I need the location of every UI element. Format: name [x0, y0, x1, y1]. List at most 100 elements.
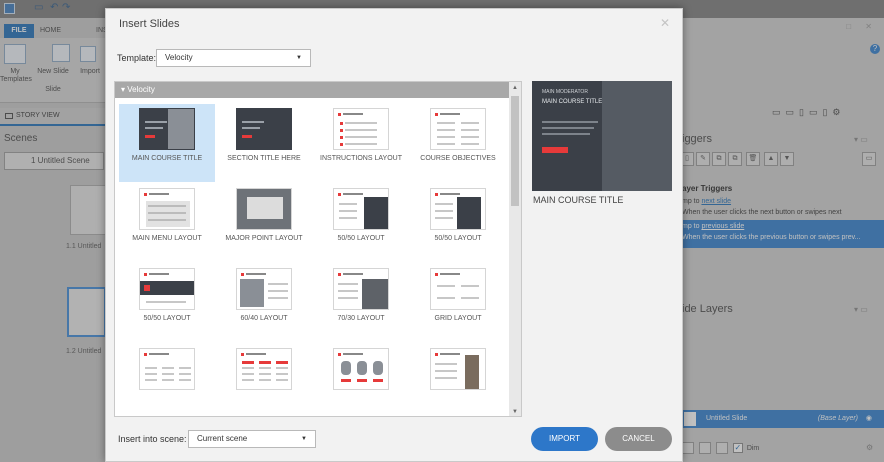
slide-layout-tile[interactable]: 60/40 LAYOUT — [216, 264, 312, 342]
thumb-accent — [435, 273, 438, 276]
preview-text-line — [542, 121, 598, 123]
thumb-text-line — [259, 367, 271, 369]
slide-layout-tile[interactable]: 50/50 LAYOUT — [410, 184, 506, 262]
slide-layout-tile[interactable]: MAJOR POINT LAYOUT — [216, 184, 312, 262]
slide-layout-tile[interactable] — [410, 344, 506, 416]
thumb-text-line — [145, 127, 163, 129]
thumb-text-line — [148, 219, 186, 221]
thumb-accent — [435, 113, 438, 116]
thumb-text-line — [259, 373, 271, 375]
slide-layout-tile[interactable]: SECTION TITLE HERE — [216, 104, 312, 182]
thumb-text-line — [437, 129, 455, 131]
thumb-accent — [144, 285, 150, 291]
slide-layout-label: GRID LAYOUT — [434, 315, 482, 322]
import-button[interactable]: IMPORT — [531, 427, 598, 451]
thumb-photo — [240, 279, 264, 307]
slide-layout-tile[interactable] — [313, 344, 409, 416]
thumb-text-line — [461, 129, 479, 131]
thumb-text-line — [146, 301, 186, 303]
thumb-text-line — [145, 121, 167, 123]
slide-gallery[interactable]: ▾ Velocity ▲ ▼ MAIN COURSE TITLE SECTION … — [114, 81, 522, 417]
thumb-accent — [338, 113, 341, 116]
thumb-photo — [168, 109, 194, 149]
thumb-block — [247, 197, 283, 219]
slide-layout-label: MAIN MENU LAYOUT — [132, 235, 202, 242]
thumb-accent — [340, 136, 343, 139]
slide-layout-thumbnail — [333, 188, 389, 230]
scroll-down-icon[interactable]: ▼ — [510, 407, 520, 416]
preview-photo — [602, 81, 672, 191]
thumb-accent — [241, 353, 244, 356]
slide-layout-thumbnail — [236, 188, 292, 230]
thumb-text-line — [179, 379, 191, 381]
gallery-scrollbar[interactable]: ▲ ▼ — [509, 82, 521, 416]
thumb-text-line — [461, 136, 479, 138]
scene-dropdown[interactable]: Current scene ▼ — [188, 430, 316, 448]
scene-dropdown-value: Current scene — [197, 434, 248, 443]
cancel-button[interactable]: CANCEL — [605, 427, 672, 451]
preview-button-shape — [542, 147, 568, 153]
thumb-text-line — [162, 373, 174, 375]
slide-layout-tile[interactable]: MAIN COURSE TITLE — [119, 104, 215, 182]
slide-layout-tile[interactable]: COURSE OBJECTIVES — [410, 104, 506, 182]
thumb-text-line — [339, 217, 357, 219]
group-header-label: Velocity — [127, 85, 155, 94]
thumb-text-line — [145, 373, 157, 375]
slide-layout-tile[interactable]: 70/30 LAYOUT — [313, 264, 409, 342]
thumb-text-line — [345, 129, 377, 131]
slide-layout-tile[interactable]: 50/50 LAYOUT — [119, 264, 215, 342]
slide-layout-tile[interactable]: INSTRUCTIONS LAYOUT — [313, 104, 409, 182]
slide-layout-label: 60/40 LAYOUT — [240, 315, 288, 322]
thumb-text-line — [461, 297, 479, 299]
scrollbar-thumb[interactable] — [511, 96, 519, 206]
thumb-accent — [276, 361, 288, 364]
slide-layout-thumbnail — [333, 268, 389, 310]
thumb-text-line — [162, 379, 174, 381]
slide-layout-thumbnail — [430, 348, 486, 390]
template-dropdown[interactable]: Velocity ▼ — [156, 49, 311, 67]
thumb-text-line — [339, 203, 357, 205]
slide-layout-label: MAIN COURSE TITLE — [131, 155, 203, 162]
slide-layout-tile[interactable]: GRID LAYOUT — [410, 264, 506, 342]
slide-layout-tile[interactable]: 50/50 LAYOUT — [313, 184, 409, 262]
thumb-accent — [259, 361, 271, 364]
thumb-accent — [340, 143, 343, 146]
thumb-text-line — [149, 353, 169, 355]
thumb-text-line — [268, 290, 288, 292]
chevron-down-icon: ▼ — [301, 436, 307, 442]
preview-text-line — [542, 133, 590, 135]
thumb-accent — [357, 379, 367, 382]
thumb-accent — [145, 135, 155, 138]
thumb-accent — [338, 353, 341, 356]
thumb-accent — [242, 361, 254, 364]
insert-slides-dialog: Insert Slides ✕ Template: Velocity ▼ ▾ V… — [105, 8, 683, 462]
thumb-accent — [144, 353, 147, 356]
thumb-accent — [242, 135, 252, 138]
close-icon[interactable]: ✕ — [660, 16, 670, 30]
thumb-text-line — [461, 122, 479, 124]
thumb-text-line — [148, 205, 186, 207]
scroll-up-icon[interactable]: ▲ — [510, 83, 520, 93]
template-group-header[interactable]: ▾ Velocity — [115, 82, 511, 98]
template-value: Velocity — [165, 53, 193, 62]
thumb-dark-panel — [457, 197, 481, 229]
thumb-text-line — [435, 203, 453, 205]
thumb-text-line — [345, 136, 377, 138]
slide-layout-label: 50/50 LAYOUT — [337, 235, 385, 242]
thumb-text-line — [435, 210, 453, 212]
thumb-text-line — [149, 273, 169, 275]
thumb-text-line — [276, 367, 288, 369]
thumb-text-line — [148, 212, 186, 214]
thumb-text-line — [343, 113, 363, 115]
thumb-text-line — [440, 193, 460, 195]
slide-layout-tile[interactable]: MAIN MENU LAYOUT — [119, 184, 215, 262]
slide-layout-tile[interactable] — [216, 344, 312, 416]
slide-layout-thumbnail — [430, 108, 486, 150]
slide-layout-tile[interactable] — [119, 344, 215, 416]
thumb-text-line — [268, 283, 288, 285]
thumb-text-line — [338, 297, 358, 299]
thumb-text-line — [338, 290, 358, 292]
thumb-text-line — [343, 193, 363, 195]
thumb-accent — [341, 379, 351, 382]
slide-layout-label: SECTION TITLE HERE — [227, 155, 301, 162]
